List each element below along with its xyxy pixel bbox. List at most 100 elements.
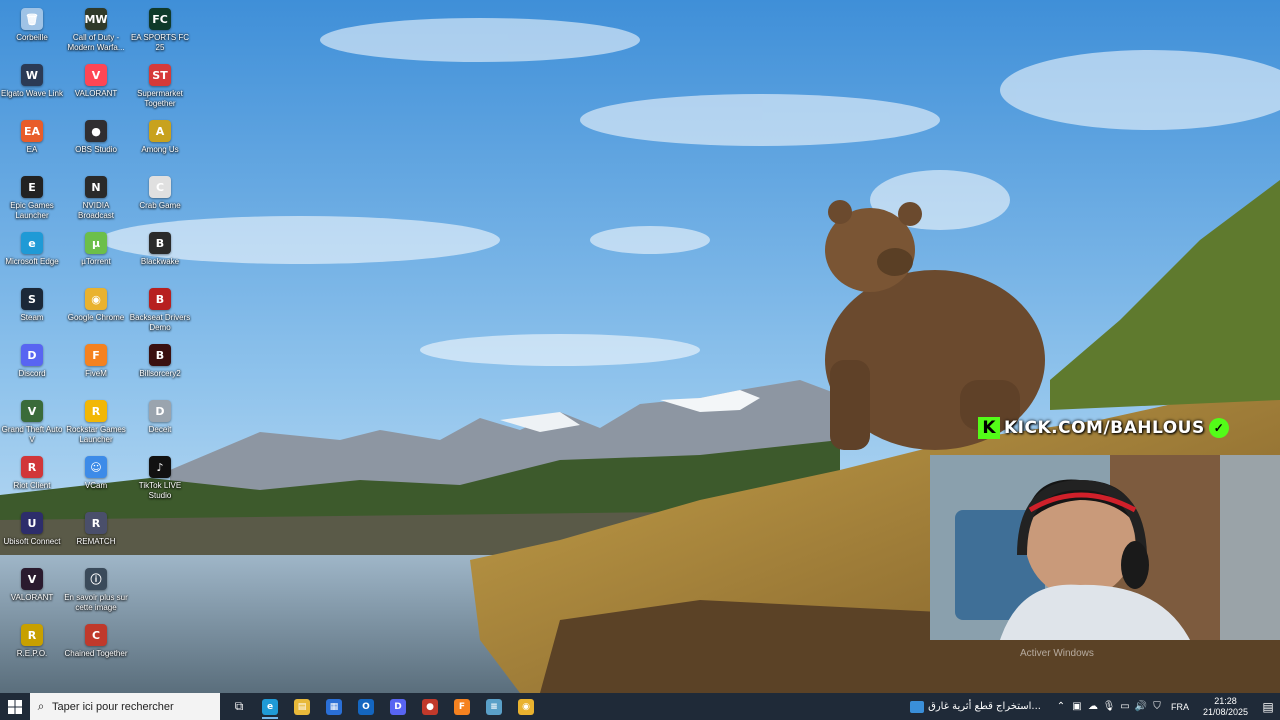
- search-input[interactable]: [52, 700, 212, 713]
- desktop-icon-label: Riot Client: [13, 481, 51, 490]
- desktop-icon[interactable]: E Epic Games Launcher: [0, 172, 64, 221]
- search-icon: ⌕: [37, 699, 45, 713]
- notification-icon[interactable]: ▤: [1256, 700, 1280, 714]
- taskbar-app-chrome[interactable]: ◉: [510, 693, 542, 720]
- desktop-icon-label: VCam: [84, 481, 108, 490]
- desktop-icon[interactable]: ⓘ En savoir plus sur cette image: [64, 564, 128, 613]
- desktop-icon-label: EA SPORTS FC 25: [130, 33, 190, 52]
- desktop-icon[interactable]: 🗑 Corbeille: [0, 4, 64, 43]
- desktop-icon[interactable]: EA EA: [0, 116, 64, 155]
- volume-icon[interactable]: 🔊: [1133, 701, 1149, 712]
- desktop-icon[interactable]: V Grand Theft Auto V: [0, 396, 64, 445]
- taskbar-app-store[interactable]: ▦: [318, 693, 350, 720]
- language-indicator[interactable]: FRA: [1171, 702, 1189, 712]
- desktop-icon[interactable]: R Rockstar Games Launcher: [64, 396, 128, 445]
- desktop-icon[interactable]: R REMATCH: [64, 508, 128, 547]
- chevron-up-icon[interactable]: ⌃: [1053, 701, 1069, 712]
- desktop-icon-label: En savoir plus sur cette image: [64, 593, 128, 612]
- desktop-icon-label: Among Us: [141, 145, 179, 154]
- desktop-icon[interactable]: µ µTorrent: [64, 228, 128, 267]
- desktop-icon[interactable]: B Backseat Drivers Demo: [128, 284, 192, 333]
- edge-icon: e: [262, 698, 278, 715]
- ea-icon: EA: [21, 120, 43, 142]
- task-view-button[interactable]: ⧉: [224, 693, 254, 720]
- supermarket-icon: ST: [149, 64, 171, 86]
- desktop-icon[interactable]: R Riot Client: [0, 452, 64, 491]
- taskbar: ⌕ ⧉ e ▤ ▦ OD ● F ≡ ◉ استخراج قطع أثرية غارق... …: [0, 693, 1280, 720]
- desktop-icon-label: R.E.P.O.: [16, 649, 48, 658]
- desktop-icon-label: Corbeille: [16, 33, 48, 42]
- desktop-icon[interactable]: D Deceit: [128, 396, 192, 435]
- desktop-icon[interactable]: MW Call of Duty - Modern Warfa...: [64, 4, 128, 53]
- chrome-icon: ◉: [518, 698, 534, 715]
- news-icon: [910, 700, 925, 713]
- desktop-icon[interactable]: FC EA SPORTS FC 25: [128, 4, 192, 53]
- news-widget[interactable]: استخراج قطع أثرية غارق...: [910, 700, 1041, 713]
- desktop-icon[interactable]: C Chained Together: [64, 620, 128, 659]
- taskbar-app-outlook[interactable]: O: [350, 693, 382, 720]
- kick-overlay: K KICK.COM/BAHLOUS ✓: [978, 417, 1229, 439]
- game-icon: ●: [422, 698, 438, 715]
- desktop-icon[interactable]: ● OBS Studio: [64, 116, 128, 155]
- desktop-icon[interactable]: B Blackwake: [128, 228, 192, 267]
- taskbar-app-file-explorer[interactable]: ▤: [286, 693, 318, 720]
- tray-app-icon[interactable]: ▣: [1069, 701, 1085, 712]
- desktop-icon[interactable]: ST Supermarket Together: [128, 60, 192, 109]
- fivem-icon: F: [454, 698, 470, 715]
- microphone-icon[interactable]: 🎙: [1101, 701, 1117, 712]
- desktop-icon[interactable]: V VALORANT: [64, 60, 128, 99]
- fivem-icon: F: [85, 344, 107, 366]
- billsorcery-icon: B: [149, 344, 171, 366]
- desktop-icon[interactable]: V VALORANT: [0, 564, 64, 603]
- taskbar-app-edge[interactable]: e: [254, 693, 286, 720]
- desktop-icon[interactable]: ◉ Google Chrome: [64, 284, 128, 323]
- desktop-icon-label: Crab Game: [139, 201, 181, 210]
- store-icon: ▦: [326, 698, 342, 715]
- taskbar-app-app-red[interactable]: ●: [414, 693, 446, 720]
- notepad-icon: ≡: [486, 698, 502, 715]
- outlook-icon: O: [358, 698, 374, 715]
- cloud-icon[interactable]: ☁: [1085, 701, 1101, 712]
- kick-logo-icon: K: [978, 417, 1000, 439]
- taskbar-app-discord[interactable]: D: [382, 693, 414, 720]
- desktop-icon[interactable]: U Ubisoft Connect: [0, 508, 64, 547]
- desktop-icon[interactable]: e Microsoft Edge: [0, 228, 64, 267]
- desktop-icon[interactable]: F FiveM: [64, 340, 128, 379]
- desktop-icon[interactable]: S Steam: [0, 284, 64, 323]
- desktop-icon-label: Chained Together: [64, 649, 128, 658]
- desktop-icon-label: OBS Studio: [75, 145, 117, 154]
- desktop-icon-label: EA: [26, 145, 38, 154]
- taskbar-search[interactable]: ⌕: [30, 693, 220, 720]
- desktop-icon[interactable]: ♪ TikTok LIVE Studio: [128, 452, 192, 501]
- desktop-icon[interactable]: B Billsorcery2: [128, 340, 192, 379]
- system-tray: استخراج قطع أثرية غارق... ⌃ ▣ ☁ 🎙 ▭ 🔊 ⛉ …: [910, 693, 1280, 720]
- network-icon[interactable]: ▭: [1117, 701, 1133, 712]
- security-icon[interactable]: ⛉: [1149, 701, 1165, 712]
- webcam-overlay: [930, 455, 1280, 640]
- desktop-icon[interactable]: ☺ VCam: [64, 452, 128, 491]
- nvidia-icon: N: [85, 176, 107, 198]
- desktop-icon-label: Steam: [20, 313, 44, 322]
- desktop-icon-label: Microsoft Edge: [5, 257, 59, 266]
- valorant-icon: V: [21, 568, 43, 590]
- riot-icon: R: [21, 456, 43, 478]
- desktop-icon-label: Supermarket Together: [137, 89, 183, 108]
- chrome-icon: ◉: [85, 288, 107, 310]
- desktop-icon[interactable]: W Elgato Wave Link: [0, 60, 64, 99]
- desktop-icon[interactable]: A Among Us: [128, 116, 192, 155]
- taskbar-app-notes[interactable]: ≡: [478, 693, 510, 720]
- desktop-icon[interactable]: C Crab Game: [128, 172, 192, 211]
- desktop-icon-label: Backseat Drivers Demo: [129, 313, 191, 332]
- desktop-icon[interactable]: R R.E.P.O.: [0, 620, 64, 659]
- start-button[interactable]: [0, 693, 30, 720]
- desktop-icon[interactable]: N NVIDIA Broadcast: [64, 172, 128, 221]
- desktop-icon-label: NVIDIA Broadcast: [77, 201, 115, 220]
- desktop-icon-label: FiveM: [85, 369, 107, 378]
- obs-icon: ●: [85, 120, 107, 142]
- taskbar-app-fivem[interactable]: F: [446, 693, 478, 720]
- rematch-icon: R: [85, 512, 107, 534]
- activate-windows-watermark: Activer Windows: [1020, 648, 1094, 659]
- clock[interactable]: 21:28 21/08/2025: [1203, 696, 1248, 718]
- desktop-icon[interactable]: D Discord: [0, 340, 64, 379]
- news-headline: استخراج قطع أثرية غارق...: [928, 701, 1041, 712]
